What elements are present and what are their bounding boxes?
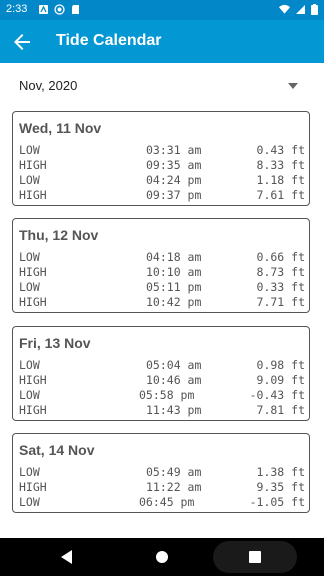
- month-dropdown[interactable]: Nov, 2020: [12, 70, 312, 102]
- tide-type: LOW: [19, 280, 40, 294]
- tide-height: -0.43 ft: [249, 388, 305, 402]
- tide-time: 11:43 pm: [146, 403, 202, 417]
- tide-type: LOW: [19, 250, 40, 264]
- tide-type: HIGH: [19, 158, 47, 172]
- tide-type: HIGH: [19, 480, 47, 494]
- status-notification-icons: [38, 4, 81, 15]
- tide-type: HIGH: [19, 403, 47, 417]
- tide-row: HIGH 10:10 am 8.73 ft: [19, 265, 305, 280]
- day-card: Thu, 12 Nov LOW 04:18 am 0.66 ft HIGH 10…: [12, 218, 310, 313]
- tide-height: 9.35 ft: [256, 480, 305, 494]
- tide-row: LOW 04:24 pm 1.18 ft: [19, 173, 305, 188]
- chevron-down-icon: [288, 83, 298, 89]
- day-card: Fri, 13 Nov LOW 05:04 am 0.98 ft HIGH 10…: [12, 326, 310, 421]
- tide-row: LOW 05:11 pm 0.33 ft: [19, 280, 305, 295]
- app-bar: Tide Calendar: [0, 20, 324, 63]
- status-time: 2:33: [6, 3, 28, 15]
- tide-time: 09:35 am: [146, 158, 202, 172]
- tide-row: LOW 04:18 am 0.66 ft: [19, 250, 305, 265]
- tide-time: 05:58 pm: [139, 388, 195, 402]
- notification-a-icon: [39, 5, 48, 14]
- signal-icon: [296, 5, 305, 14]
- tide-type: LOW: [19, 465, 40, 479]
- tide-type: LOW: [19, 388, 40, 402]
- tide-height: 8.33 ft: [256, 158, 305, 172]
- tide-type: LOW: [19, 358, 40, 372]
- tide-height: 7.81 ft: [256, 403, 305, 417]
- tide-height: 1.18 ft: [256, 173, 305, 187]
- tide-row: HIGH 11:43 pm 7.81 ft: [19, 403, 305, 418]
- tide-time: 04:18 am: [146, 250, 202, 264]
- tide-height: 0.66 ft: [256, 250, 305, 264]
- tide-time: 05:11 pm: [146, 280, 202, 294]
- tide-height: 0.98 ft: [256, 358, 305, 372]
- month-selected-value: Nov, 2020: [19, 78, 78, 93]
- notification-b-icon: [54, 4, 65, 15]
- tide-height: 7.71 ft: [256, 295, 305, 309]
- tide-type: LOW: [19, 173, 40, 187]
- tide-row: LOW 03:31 am 0.43 ft: [19, 143, 305, 158]
- tide-type: HIGH: [19, 373, 47, 387]
- tide-row: LOW 05:04 am 0.98 ft: [19, 358, 305, 373]
- tide-row: HIGH 10:42 pm 7.71 ft: [19, 295, 305, 310]
- tide-time: 10:42 pm: [146, 295, 202, 309]
- tide-height: 1.38 ft: [256, 465, 305, 479]
- tide-height: 9.09 ft: [256, 373, 305, 387]
- tide-time: 04:24 pm: [146, 173, 202, 187]
- home-circle-icon[interactable]: [153, 548, 171, 566]
- tide-row: HIGH 09:37 pm 7.61 ft: [19, 188, 305, 203]
- wifi-icon: [279, 4, 290, 14]
- tide-time: 10:10 am: [146, 265, 202, 279]
- tide-time: 10:46 am: [146, 373, 202, 387]
- status-system-icons: [279, 4, 318, 15]
- day-card: Sat, 14 Nov LOW 05:49 am 1.38 ft HIGH 11…: [12, 433, 310, 513]
- day-title: Thu, 12 Nov: [19, 227, 99, 243]
- tide-row: LOW 05:58 pm -0.43 ft: [19, 388, 305, 403]
- day-title: Wed, 11 Nov: [19, 120, 102, 136]
- tide-time: 11:22 am: [146, 480, 202, 494]
- back-triangle-icon[interactable]: [58, 548, 76, 566]
- recents-square-icon[interactable]: [246, 548, 264, 566]
- tide-height: 0.33 ft: [256, 280, 305, 294]
- tide-row: HIGH 11:22 am 9.35 ft: [19, 480, 305, 495]
- tide-row: HIGH 10:46 am 9.09 ft: [19, 373, 305, 388]
- day-card: Wed, 11 Nov LOW 03:31 am 0.43 ft HIGH 09…: [12, 111, 310, 206]
- battery-icon: [311, 4, 318, 15]
- tide-height: 7.61 ft: [256, 188, 305, 202]
- status-bar: 2:33: [0, 0, 324, 20]
- sd-card-icon: [72, 5, 79, 14]
- day-title: Sat, 14 Nov: [19, 442, 95, 458]
- tide-time: 05:49 am: [146, 465, 202, 479]
- tide-time: 05:04 am: [146, 358, 202, 372]
- tide-row: LOW 05:49 am 1.38 ft: [19, 465, 305, 480]
- day-title: Fri, 13 Nov: [19, 335, 91, 351]
- tide-type: LOW: [19, 143, 40, 157]
- tide-row: LOW 06:45 pm -1.05 ft: [19, 495, 305, 510]
- tide-time: 03:31 am: [146, 143, 202, 157]
- tide-height: 8.73 ft: [256, 265, 305, 279]
- tide-type: HIGH: [19, 295, 47, 309]
- tide-height: 0.43 ft: [256, 143, 305, 157]
- page-title: Tide Calendar: [56, 32, 162, 49]
- navigation-bar: [0, 538, 324, 576]
- tide-time: 09:37 pm: [146, 188, 202, 202]
- tide-type: HIGH: [19, 265, 47, 279]
- tide-type: LOW: [19, 495, 40, 509]
- arrow-left-icon[interactable]: [10, 30, 34, 54]
- tide-row: HIGH 09:35 am 8.33 ft: [19, 158, 305, 173]
- tide-type: HIGH: [19, 188, 47, 202]
- tide-height: -1.05 ft: [249, 495, 305, 509]
- tide-time: 06:45 pm: [139, 495, 195, 509]
